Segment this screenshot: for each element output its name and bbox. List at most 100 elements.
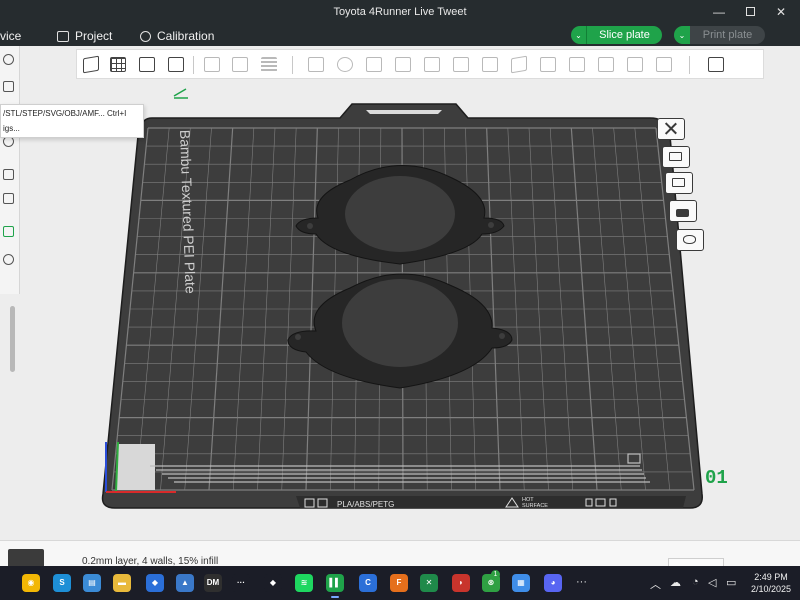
- toolbar-divider: [193, 56, 194, 74]
- scale-icon[interactable]: [363, 54, 385, 76]
- tray-expand-icon[interactable]: ︿: [650, 576, 661, 592]
- tab-device-label: vice: [0, 29, 22, 43]
- maps-icon-glyph: ◆: [151, 578, 159, 587]
- remove-plate-button[interactable]: [657, 118, 685, 140]
- store-icon-glyph: ▦: [517, 578, 525, 587]
- excel-icon[interactable]: ✕: [420, 574, 438, 592]
- triangle-app-icon[interactable]: ▲: [176, 574, 194, 592]
- move-icon[interactable]: [305, 54, 327, 76]
- gasket-bottom-hole: [342, 279, 458, 367]
- edit-plate-name-icon: [173, 88, 188, 99]
- settings-menu-item[interactable]: igs...: [3, 124, 20, 136]
- boolean-icon[interactable]: [450, 54, 472, 76]
- auto-orient-icon[interactable]: [136, 54, 158, 76]
- spotify-icon[interactable]: ≋: [295, 574, 313, 592]
- tab-device[interactable]: vice: [0, 28, 21, 44]
- volume-icon[interactable]: ◁: [708, 576, 716, 589]
- plugin-icon[interactable]: [3, 226, 14, 237]
- chrome-icon[interactable]: ◉: [22, 574, 40, 592]
- c-app-icon[interactable]: C: [359, 574, 377, 592]
- files-icon[interactable]: ▤: [83, 574, 101, 592]
- slice-dropdown-icon[interactable]: ⌄: [571, 26, 587, 44]
- dots-app-icon[interactable]: ···: [232, 574, 250, 592]
- support-paint-icon[interactable]: [479, 54, 501, 76]
- more-apps-icon[interactable]: ···: [576, 576, 587, 588]
- cut-icon[interactable]: [421, 54, 443, 76]
- arrange-plate-button[interactable]: [665, 172, 693, 194]
- store-icon[interactable]: ▦: [512, 574, 530, 592]
- project-icon: [57, 30, 69, 42]
- cloud-icon[interactable]: ☁: [670, 576, 681, 589]
- helmet-app-icon[interactable]: ◗: [452, 574, 470, 592]
- auto-orient-plate-button[interactable]: [662, 146, 690, 168]
- add-plate-icon[interactable]: [107, 54, 129, 76]
- fit-icon[interactable]: [653, 54, 675, 76]
- print-dropdown-icon[interactable]: ⌄: [674, 26, 690, 44]
- slice-plate-button[interactable]: ⌄ Slice plate: [571, 26, 662, 44]
- plate-number[interactable]: 01: [705, 467, 728, 489]
- maps-icon[interactable]: ◆: [146, 574, 164, 592]
- print-plate-button[interactable]: ⌄ Print plate: [674, 26, 765, 44]
- edit-icon-3[interactable]: [3, 193, 14, 204]
- assembly-icon[interactable]: [624, 54, 646, 76]
- assembly-view-icon[interactable]: [705, 54, 727, 76]
- taskbar-clock[interactable]: 2:49 PM 2/10/2025: [743, 571, 799, 595]
- split-parts-icon[interactable]: [229, 54, 251, 76]
- plate-surface-text: SURFACE: [522, 503, 548, 509]
- import-menu-label: /STL/STEP/SVG/OBJ/AMF...: [3, 109, 105, 118]
- color-paint-icon[interactable]: [566, 54, 588, 76]
- settings-icon[interactable]: [3, 54, 14, 65]
- title-bar: Toyota 4Runner Live Tweet — ✕: [0, 0, 800, 24]
- seam-paint-icon[interactable]: [508, 54, 530, 76]
- import-menu: /STL/STEP/SVG/OBJ/AMF... Ctrl+I igs...: [0, 104, 144, 138]
- bambu-studio-icon[interactable]: ▌▌: [326, 574, 344, 592]
- lock-plate-button[interactable]: [669, 200, 697, 222]
- import-menu-item[interactable]: /STL/STEP/SVG/OBJ/AMF...: [3, 109, 105, 121]
- discord-icon[interactable]: ◕: [544, 574, 562, 592]
- f-app-icon-glyph: F: [396, 578, 402, 587]
- lay-on-face-icon[interactable]: [392, 54, 414, 76]
- f-app-icon[interactable]: F: [390, 574, 408, 592]
- wifi-icon[interactable]: ◔: [692, 576, 699, 588]
- edit-icon-2[interactable]: [3, 169, 14, 180]
- plate-settings-button[interactable]: [676, 229, 704, 251]
- rotate-icon[interactable]: [334, 54, 356, 76]
- plate-material-text: PLA/ABS/PETG: [337, 500, 394, 509]
- search-icon[interactable]: [3, 254, 14, 265]
- tidal-icon-glyph: ◆: [269, 578, 277, 587]
- origin-square: [117, 444, 155, 490]
- object-toolbar: [76, 49, 764, 79]
- folder-icon[interactable]: ▬: [113, 574, 131, 592]
- tidal-icon[interactable]: ◆: [264, 574, 282, 592]
- chrome-icon-glyph: ◉: [27, 578, 35, 587]
- close-button[interactable]: ✕: [770, 3, 792, 21]
- tab-calibration[interactable]: Calibration: [140, 28, 214, 44]
- bambu-studio-icon-glyph: ▌▌: [329, 578, 341, 587]
- text-icon[interactable]: [537, 54, 559, 76]
- dots-app-icon-glyph: ···: [237, 578, 245, 587]
- settings-menu-label: igs...: [3, 124, 20, 133]
- tab-calibration-label: Calibration: [157, 29, 215, 43]
- dm-app-icon[interactable]: DM: [204, 574, 222, 592]
- left-scrollbar[interactable]: [10, 306, 15, 372]
- edge-icon[interactable]: S: [53, 574, 71, 592]
- battery-icon[interactable]: ▭: [726, 576, 736, 589]
- hexagon-icon: [683, 235, 696, 244]
- tab-project[interactable]: Project: [57, 28, 112, 44]
- maximize-button[interactable]: [739, 3, 761, 21]
- add-object-icon[interactable]: [80, 54, 102, 76]
- arrange-icon[interactable]: [165, 54, 187, 76]
- plate-handle: [366, 110, 442, 114]
- calibration-icon: [140, 30, 151, 42]
- import-shortcut: Ctrl+I: [107, 109, 127, 118]
- layers-icon[interactable]: [258, 54, 280, 76]
- maximize-icon: [745, 7, 755, 16]
- edge-icon-glyph: S: [59, 578, 65, 587]
- gasket-top-hole: [345, 176, 455, 252]
- measure-icon[interactable]: [595, 54, 617, 76]
- minimize-button[interactable]: —: [708, 3, 730, 21]
- edit-icon[interactable]: [3, 81, 14, 92]
- split-objects-icon[interactable]: [201, 54, 223, 76]
- window-title: Toyota 4Runner Live Tweet: [333, 6, 467, 18]
- spotify-icon-glyph: ≋: [300, 578, 308, 587]
